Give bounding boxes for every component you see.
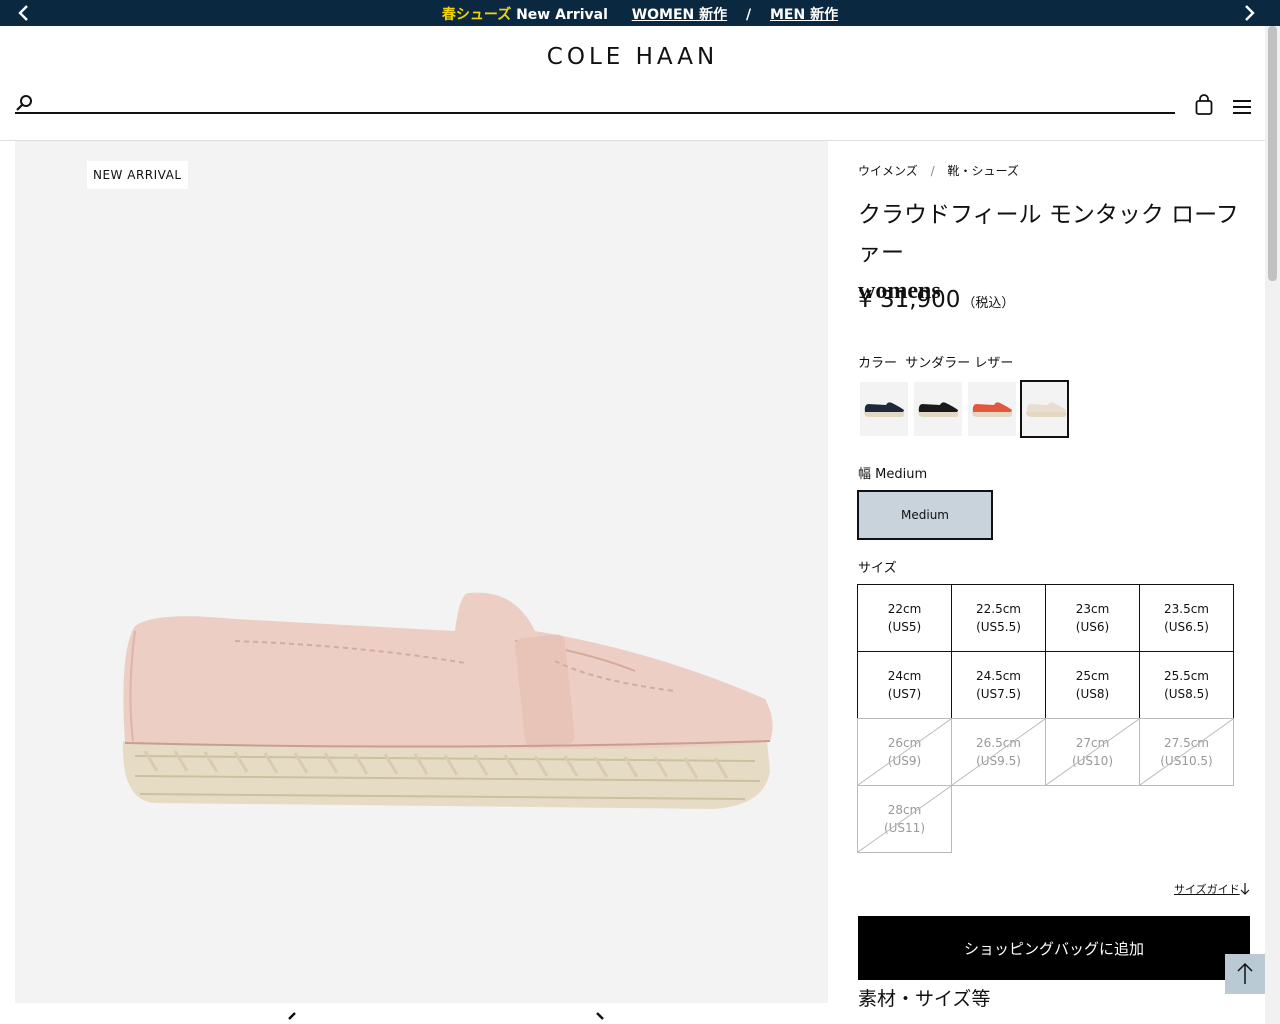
size-us: (US8) [1075, 687, 1110, 701]
size-cm: 25.5cm [1163, 669, 1209, 683]
breadcrumb-item-shoes[interactable]: 靴・シューズ [947, 164, 1018, 178]
promo-message: 春シューズ New Arrival WOMEN 新作 / MEN 新作 [0, 4, 1280, 24]
size-option[interactable]: 23cm (US6) [1045, 584, 1140, 652]
size-option[interactable]: 24cm (US7) [857, 651, 952, 719]
swatch-shoe-icon [918, 402, 959, 417]
search-input[interactable] [43, 93, 1163, 111]
size-us: (US7.5) [976, 687, 1021, 701]
product-title-line1: クラウドフィール モンタック ローファー [858, 202, 1239, 266]
size-option[interactable]: 23.5cm (US6.5) [1139, 584, 1234, 652]
size-option[interactable]: 26.5cm (US9.5) [951, 718, 1046, 786]
width-label-text: 幅 [858, 467, 872, 482]
breadcrumb-separator: / [930, 164, 935, 178]
breadcrumb: ウイメンズ / 靴・シューズ [858, 162, 1019, 179]
color-label-text: カラー [858, 356, 898, 371]
brand-logo[interactable]: COLE HAAN [0, 44, 1265, 70]
size-us: (US7) [887, 687, 922, 701]
gallery-prev-icon[interactable] [281, 1012, 301, 1024]
color-swatch[interactable] [1020, 380, 1069, 438]
color-label: カラー サンダラー レザー [858, 352, 1013, 371]
size-option[interactable]: 24.5cm (US7.5) [951, 651, 1046, 719]
size-option[interactable]: 28cm (US11) [857, 785, 952, 853]
promo-women-link[interactable]: WOMEN 新作 [632, 7, 727, 23]
size-option[interactable]: 26cm (US9) [857, 718, 952, 786]
unavailable-slash-icon [858, 786, 951, 852]
promo-men-link[interactable]: MEN 新作 [770, 7, 838, 23]
unavailable-slash-icon [952, 719, 1045, 785]
arrow-up-icon [1237, 962, 1253, 984]
size-cm: 24cm [887, 669, 922, 683]
width-label: 幅 Medium [858, 463, 927, 482]
gallery-next-icon[interactable] [591, 1012, 611, 1024]
material-size-heading[interactable]: 素材・サイズ等 [858, 984, 990, 1011]
size-us: (US8.5) [1164, 687, 1209, 701]
color-swatch[interactable] [968, 382, 1016, 436]
size-option[interactable]: 22cm (US5) [857, 584, 952, 652]
price-tax-note: （税込） [962, 296, 1015, 311]
promo-text: New Arrival [511, 7, 608, 23]
price-value: ¥ 31,900 [858, 287, 961, 313]
size-option[interactable]: 27cm (US10) [1045, 718, 1140, 786]
new-arrival-badge: NEW ARRIVAL [87, 161, 188, 189]
promo-separator: / [746, 7, 752, 23]
scrollbar-thumb[interactable] [1268, 26, 1277, 281]
breadcrumb-item-women[interactable]: ウイメンズ [858, 164, 918, 178]
chevron-right-icon[interactable] [1240, 3, 1258, 23]
size-option[interactable]: 25.5cm (US8.5) [1139, 651, 1234, 719]
size-cm: 24.5cm [975, 669, 1021, 683]
size-guide-link[interactable]: サイズガイド [1174, 881, 1240, 897]
size-label: サイズ [858, 561, 897, 576]
shopping-bag-icon[interactable] [1194, 94, 1214, 116]
back-to-top-button[interactable] [1225, 954, 1265, 994]
size-us: (US6.5) [1164, 620, 1209, 634]
hamburger-menu-icon[interactable] [1232, 98, 1252, 116]
color-swatch[interactable] [914, 382, 962, 436]
size-cm: 22.5cm [975, 602, 1021, 616]
swatch-shoe-icon [972, 402, 1013, 417]
add-to-bag-button[interactable]: ショッピングバッグに追加 [858, 916, 1250, 980]
unavailable-slash-icon [1140, 719, 1233, 785]
product-gallery[interactable]: NEW ARRIVAL [15, 141, 828, 1003]
swatch-shoe-icon [1026, 402, 1067, 417]
promo-bar: 春シューズ New Arrival WOMEN 新作 / MEN 新作 [0, 0, 1280, 26]
color-value: サンダラー レザー [905, 356, 1014, 371]
swatch-shoe-icon [864, 402, 905, 417]
size-cm: 25cm [1075, 669, 1110, 683]
size-option[interactable]: 27.5cm (US10.5) [1139, 718, 1234, 786]
size-cm: 23.5cm [1163, 602, 1209, 616]
width-option-medium[interactable]: Medium [857, 490, 993, 540]
unavailable-slash-icon [1046, 719, 1139, 785]
size-option[interactable]: 22.5cm (US5.5) [951, 584, 1046, 652]
unavailable-slash-icon [858, 719, 951, 785]
color-swatch[interactable] [860, 382, 908, 436]
arrow-down-icon [1240, 883, 1250, 895]
width-value: Medium [875, 467, 928, 482]
size-option[interactable]: 25cm (US8) [1045, 651, 1140, 719]
product-image [122, 592, 773, 809]
product-price: ¥ 31,900 （税込） [858, 287, 1014, 313]
size-us: (US5.5) [976, 620, 1021, 634]
page-scrollbar[interactable] [1265, 26, 1280, 1024]
size-cm: 23cm [1075, 602, 1110, 616]
size-us: (US5) [887, 620, 922, 634]
search-bar[interactable] [15, 93, 1175, 114]
size-us: (US6) [1075, 620, 1110, 634]
promo-highlight: 春シューズ [441, 7, 512, 23]
size-cm: 22cm [887, 602, 922, 616]
search-icon[interactable] [15, 93, 35, 113]
